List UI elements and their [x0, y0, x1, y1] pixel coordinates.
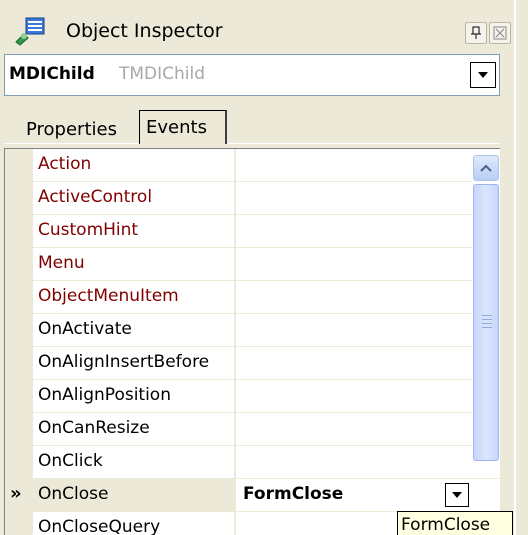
event-row-onactivate[interactable]: OnActivate: [33, 314, 503, 347]
event-row-onaligninsertbefore[interactable]: OnAlignInsertBefore: [33, 347, 503, 380]
tab-events[interactable]: Events: [139, 110, 227, 144]
title-bar: Object Inspector: [0, 12, 514, 50]
object-inspector-icon: [14, 16, 48, 46]
event-row-onclick[interactable]: OnClick: [33, 446, 503, 479]
scrollbar-thumb[interactable]: [473, 184, 499, 461]
window-title: Object Inspector: [66, 20, 223, 42]
scroll-up-icon[interactable]: [473, 155, 499, 181]
grid-gutter: [5, 149, 33, 535]
event-name: ObjectMenuItem: [38, 286, 179, 306]
selected-object-type: TMDIChild: [119, 64, 206, 84]
event-name: OnAlignPosition: [38, 385, 171, 405]
event-row-oncanresize[interactable]: OnCanResize: [33, 413, 503, 446]
chevron-down-icon[interactable]: [445, 483, 469, 507]
event-name: OnCanResize: [38, 418, 150, 438]
chevron-down-icon[interactable]: [470, 62, 496, 88]
event-name: OnAlignInsertBefore: [38, 352, 210, 372]
events-grid: Action ActiveControl CustomHint Menu Obj…: [4, 148, 503, 535]
event-name: OnClose: [38, 484, 109, 504]
event-handler-value[interactable]: FormClose: [243, 484, 343, 504]
tooltip: FormClose: [397, 511, 513, 535]
pin-icon[interactable]: [465, 22, 487, 44]
event-row-objectmenuitem[interactable]: ObjectMenuItem: [33, 281, 503, 314]
event-row-action[interactable]: Action: [33, 149, 503, 182]
panel-edge: [514, 0, 528, 535]
event-name: OnClick: [38, 451, 103, 471]
event-row-onalignposition[interactable]: OnAlignPosition: [33, 380, 503, 413]
close-icon[interactable]: [489, 22, 511, 44]
event-name: OnActivate: [38, 319, 132, 339]
event-row-customhint[interactable]: CustomHint: [33, 215, 503, 248]
event-name: CustomHint: [38, 220, 139, 240]
object-selector[interactable]: MDIChild TMDIChild: [4, 54, 500, 96]
event-row-onclose[interactable]: OnClose FormClose: [33, 479, 503, 512]
event-name: Action: [38, 154, 92, 174]
tab-properties[interactable]: Properties: [20, 114, 123, 144]
event-row-activecontrol[interactable]: ActiveControl: [33, 182, 503, 215]
event-name: OnCloseQuery: [38, 517, 161, 535]
vertical-scrollbar[interactable]: [472, 155, 500, 463]
object-inspector-panel: Object Inspector MDIChild TMDIChild Prop…: [0, 0, 514, 535]
selected-row-marker: »: [10, 483, 22, 504]
event-name: ActiveControl: [38, 187, 153, 207]
selected-object-name: MDIChild: [9, 64, 95, 84]
event-name: Menu: [38, 253, 85, 273]
event-row-menu[interactable]: Menu: [33, 248, 503, 281]
